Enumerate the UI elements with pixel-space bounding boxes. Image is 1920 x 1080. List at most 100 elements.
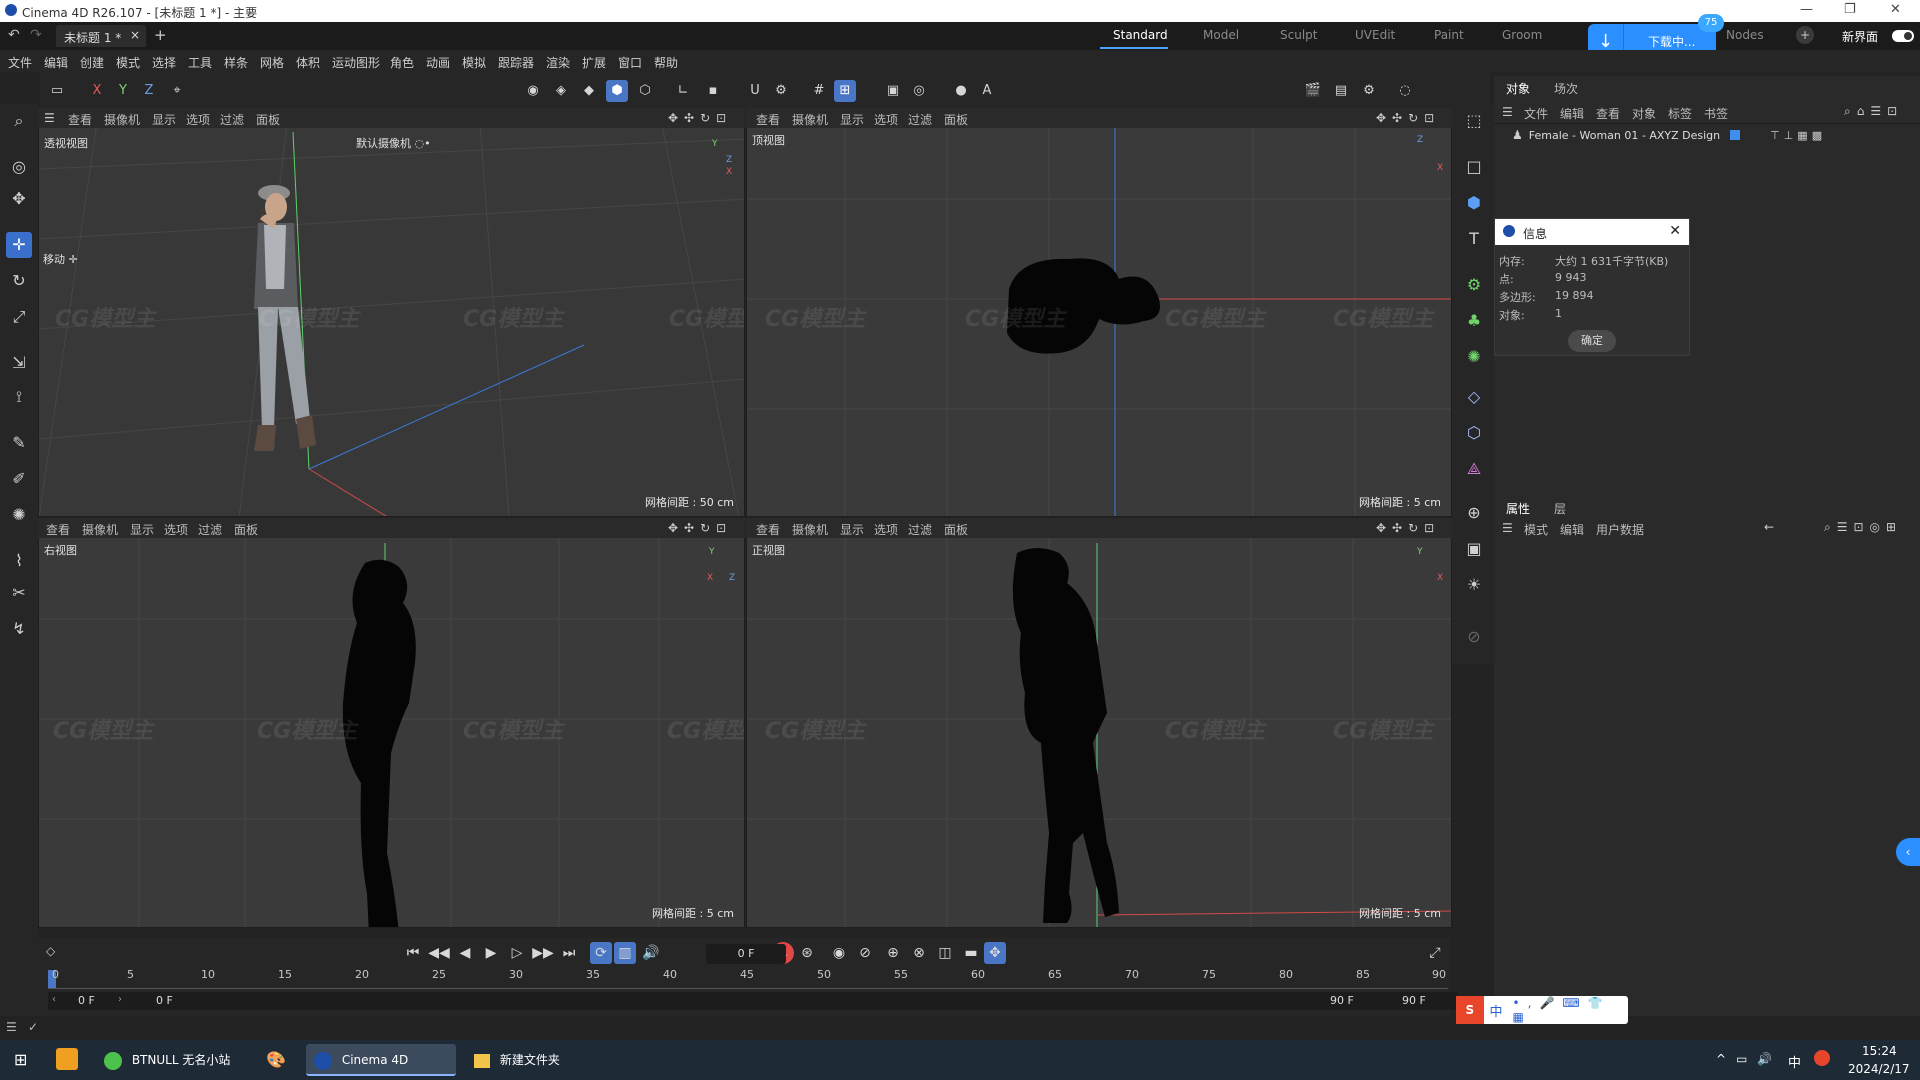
- menu-simulate[interactable]: 模拟: [462, 54, 486, 71]
- weld-tool-icon[interactable]: ↯: [6, 616, 32, 642]
- taskbar-cinema4d[interactable]: Cinema 4D R26.1...: [306, 1044, 456, 1076]
- spline-pen-icon[interactable]: ✎: [6, 430, 32, 456]
- tag-icon[interactable]: ⊘: [1461, 624, 1487, 650]
- scheme-icon[interactable]: ✥: [984, 942, 1006, 964]
- vp-menu-display[interactable]: 显示: [130, 521, 154, 538]
- solo-icon[interactable]: ◎: [908, 80, 930, 102]
- tab-close-icon[interactable]: ×: [130, 28, 140, 42]
- vp-menu-filter[interactable]: 过滤: [198, 521, 222, 538]
- close-icon[interactable]: ✕: [1890, 2, 1901, 17]
- camera-icon[interactable]: ▣: [1461, 536, 1487, 562]
- attributes-tool-icons[interactable]: ⌕☰⊡◎⊞: [1824, 520, 1902, 535]
- tweak-mode-icon[interactable]: ▪: [702, 80, 724, 102]
- next-frame-icon[interactable]: ▷: [506, 942, 528, 964]
- locked-workplane-icon[interactable]: ▣: [882, 80, 904, 102]
- null-object-icon[interactable]: ⬡: [1461, 420, 1487, 446]
- undo-history-icon[interactable]: ▭: [46, 80, 68, 102]
- environment-icon[interactable]: ⊕: [1461, 500, 1487, 526]
- vp-menu-options[interactable]: 选项: [874, 111, 898, 128]
- tab-takes[interactable]: 场次: [1554, 80, 1578, 97]
- vp-menu-display[interactable]: 显示: [152, 111, 176, 128]
- previous-frame-icon[interactable]: ◀: [454, 942, 476, 964]
- vp-menu-options[interactable]: 选项: [874, 521, 898, 538]
- grid-icon[interactable]: #: [808, 80, 830, 102]
- menu-animate[interactable]: 动画: [426, 54, 450, 71]
- tab-attributes[interactable]: 属性: [1506, 500, 1530, 517]
- status-menu-icon[interactable]: ☰: [6, 1020, 17, 1034]
- search-icon[interactable]: ⌕: [6, 108, 32, 134]
- light-icon[interactable]: ☀: [1461, 572, 1487, 598]
- sound-icon[interactable]: 🔊: [640, 942, 662, 964]
- vp-menu-panel[interactable]: 面板: [256, 111, 280, 128]
- next-key-icon[interactable]: ▶▶: [532, 942, 554, 964]
- obj-menu-view[interactable]: 查看: [1596, 105, 1620, 122]
- spline-object-icon[interactable]: ⟁: [1461, 456, 1487, 482]
- tab-document[interactable]: 未标题 1 * ×: [56, 25, 146, 47]
- system-tray-icons[interactable]: ^▭🔊: [1716, 1052, 1782, 1066]
- windows-start-icon[interactable]: ⊞: [14, 1050, 27, 1069]
- points-mode-icon[interactable]: ◉: [522, 80, 544, 102]
- object-tags-icons[interactable]: ⊤⊥▦▩: [1770, 129, 1826, 142]
- sogou-tray-icon[interactable]: [1814, 1050, 1830, 1066]
- preview-start[interactable]: 0 F: [156, 994, 173, 1007]
- layout-standard[interactable]: Standard: [1113, 28, 1168, 42]
- layout-uvedit[interactable]: UVEdit: [1355, 28, 1395, 42]
- range-end[interactable]: 90 F: [1402, 994, 1426, 1007]
- selection-tools-icon[interactable]: ✥: [6, 186, 32, 212]
- layer-color-swatch[interactable]: [1730, 130, 1741, 140]
- layout-model[interactable]: Model: [1203, 28, 1239, 42]
- brush-tool-icon[interactable]: ⌇: [6, 548, 32, 574]
- move-tool-icon[interactable]: ✛: [6, 232, 32, 258]
- axis-mode-icon[interactable]: ∟: [672, 80, 694, 102]
- default-camera-label[interactable]: 默认摄像机 ◌•: [356, 135, 431, 151]
- polygons-mode-icon[interactable]: ◆: [578, 80, 600, 102]
- minimize-icon[interactable]: —: [1800, 2, 1813, 17]
- layout-sculpt[interactable]: Sculpt: [1280, 28, 1317, 42]
- obj-menu-object[interactable]: 对象: [1632, 105, 1656, 122]
- paint-app-icon[interactable]: 🎨: [266, 1050, 286, 1069]
- tab-layers[interactable]: 层: [1554, 500, 1566, 517]
- vp-menu-view[interactable]: 查看: [756, 521, 780, 538]
- vp-menu-panel[interactable]: 面板: [944, 521, 968, 538]
- undo-icon[interactable]: ↶: [8, 27, 20, 43]
- sogou-logo-icon[interactable]: S: [1456, 996, 1484, 1024]
- preview-end[interactable]: 90 F: [1330, 994, 1354, 1007]
- redshift-icon[interactable]: ◌: [1394, 80, 1416, 102]
- menu-volume[interactable]: 体积: [296, 54, 320, 71]
- text-icon[interactable]: T: [1461, 226, 1487, 252]
- vp-menu-camera[interactable]: 摄像机: [792, 111, 828, 128]
- vp-menu-view[interactable]: 查看: [756, 111, 780, 128]
- viewport-nav-icons[interactable]: ✥✣↻⊡: [1376, 521, 1440, 535]
- x-axis-toggle[interactable]: X: [86, 80, 108, 102]
- obj-menu-bookmarks[interactable]: 书签: [1704, 105, 1728, 122]
- workplane-icon[interactable]: ⊞: [834, 80, 856, 102]
- key-position-icon[interactable]: ◉: [828, 942, 850, 964]
- layout-paint[interactable]: Paint: [1434, 28, 1464, 42]
- menu-extensions[interactable]: 扩展: [582, 54, 606, 71]
- key-scale-icon[interactable]: ⊕: [882, 942, 904, 964]
- spline-tools-icon[interactable]: ✺: [6, 502, 32, 528]
- edges-mode-icon[interactable]: ◈: [550, 80, 572, 102]
- vp-menu-display[interactable]: 显示: [840, 111, 864, 128]
- auto-render-icon[interactable]: A: [976, 80, 998, 102]
- vp-menu-options[interactable]: 选项: [186, 111, 210, 128]
- viewport-perspective[interactable]: 透视视图 默认摄像机 ◌• 移动 ✛ Y Z X 网格间距 : 50 cm CG…: [38, 108, 745, 517]
- objects-search-icons[interactable]: ⌕⌂☰⊡: [1844, 104, 1903, 119]
- snap-settings-icon[interactable]: ⚙: [770, 80, 792, 102]
- keyframe-settings-icon[interactable]: ⊛: [796, 942, 818, 964]
- add-tab-button[interactable]: +: [154, 26, 167, 44]
- cube-icon[interactable]: ⬢: [1461, 190, 1487, 216]
- vp-menu-camera[interactable]: 摄像机: [82, 521, 118, 538]
- key-rotation-icon[interactable]: ⊘: [854, 942, 876, 964]
- menu-mograph[interactable]: 运动图形: [332, 54, 380, 71]
- info-ok-button[interactable]: 确定: [1568, 330, 1616, 352]
- obj-menu-tags[interactable]: 标签: [1668, 105, 1692, 122]
- selection-object-icon[interactable]: ⬚: [1461, 108, 1487, 134]
- y-axis-toggle[interactable]: Y: [112, 80, 134, 102]
- attr-menu-edit[interactable]: 编辑: [1560, 521, 1584, 538]
- viewport-solo-icon[interactable]: ●: [950, 80, 972, 102]
- vp-menu-panel[interactable]: 面板: [234, 521, 258, 538]
- range-right-icon[interactable]: ›: [118, 994, 122, 1005]
- tab-objects[interactable]: 对象: [1506, 80, 1530, 97]
- ime-tool-icons[interactable]: •,🎤⌨👕▦: [1513, 996, 1628, 1024]
